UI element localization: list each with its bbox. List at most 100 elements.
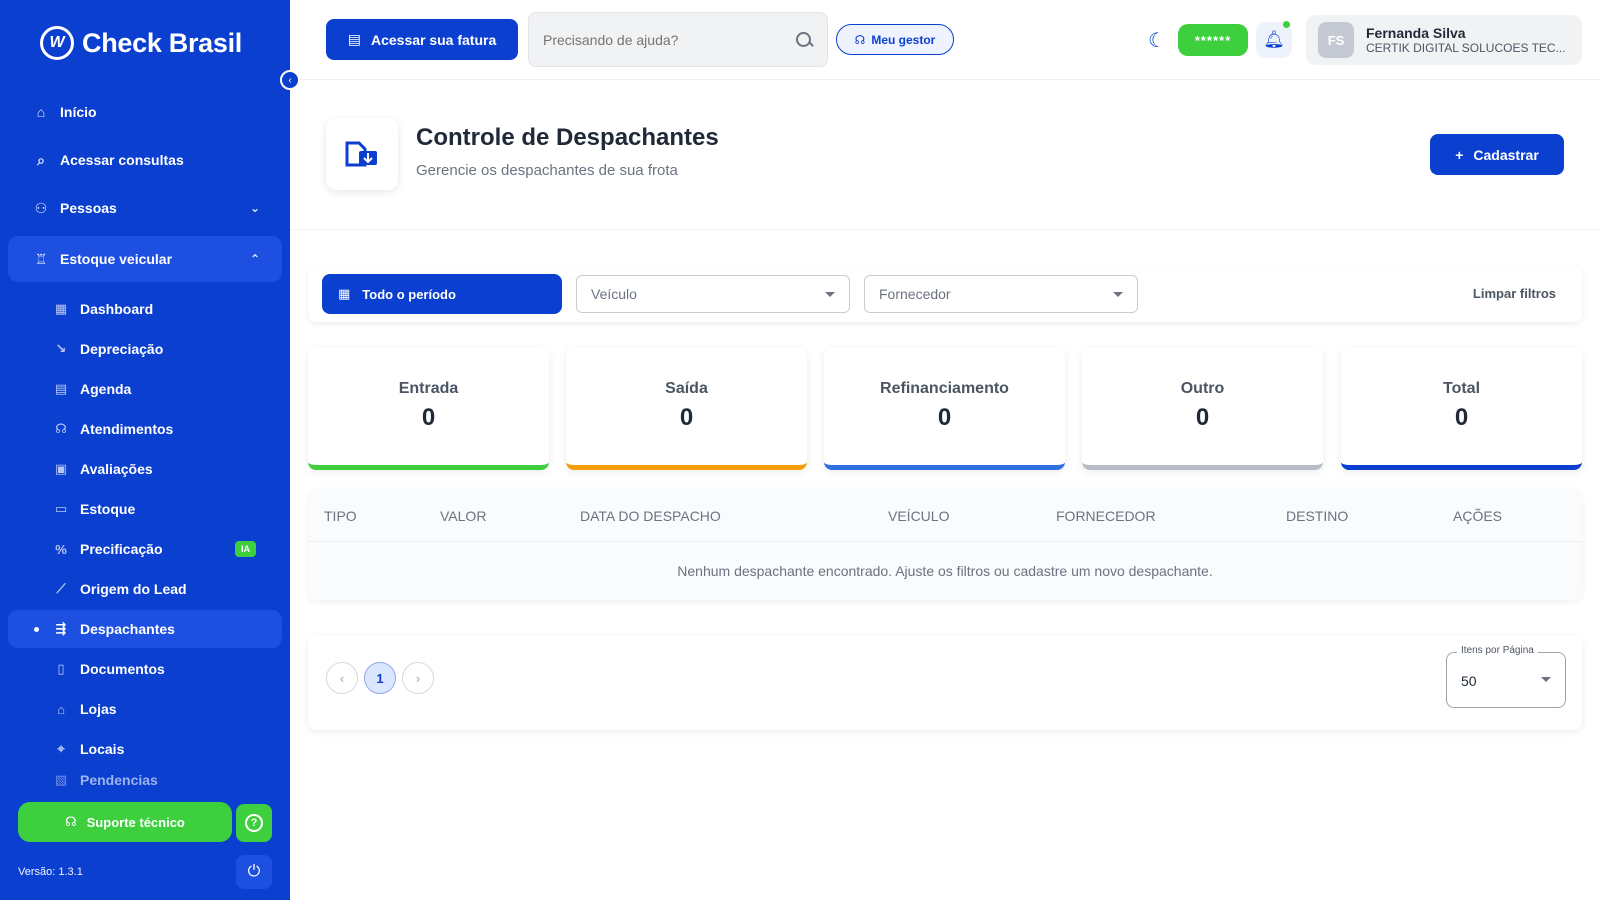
user-menu[interactable]: FS Fernanda Silva CERTIK DIGITAL SOLUCOE… (1306, 15, 1582, 65)
period-filter-button[interactable]: ▦ Todo o período (322, 274, 562, 314)
sidebar-item-label: Depreciação (80, 341, 164, 357)
sidebar-item-avaliacoes[interactable]: ▣ Avaliações (28, 450, 282, 488)
sidebar-item-consultas[interactable]: ⌕ Acessar consultas (8, 140, 282, 180)
empty-state-message: Nenhum despachante encontrado. Ajuste os… (677, 563, 1213, 579)
dispatch-icon (326, 118, 398, 190)
user-company: CERTIK DIGITAL SOLUCOES TEC... (1366, 41, 1566, 55)
stat-value: 0 (1454, 404, 1469, 431)
stat-label: Outro (1180, 380, 1225, 397)
support-label: Suporte técnico (86, 814, 185, 830)
sidebar-item-label: Despachantes (80, 621, 175, 637)
collapse-sidebar-button[interactable]: ‹ (280, 70, 300, 90)
support-button[interactable]: ☊ Suporte técnico (18, 802, 232, 842)
sidebar-item-label: Acessar consultas (60, 152, 184, 168)
sidebar-item-pessoas[interactable]: ⚇ Pessoas ⌄ (8, 188, 282, 228)
sidebar-item-lojas[interactable]: ⌂ Lojas (28, 690, 282, 728)
next-page-button[interactable]: › (402, 662, 434, 694)
column-header-data[interactable]: DATA DO DESPACHO (580, 508, 721, 524)
brand-name: Check Brasil (82, 27, 242, 58)
sidebar-item-label: Lojas (80, 701, 117, 717)
page-subtitle: Gerencie os despachantes de sua frota (416, 162, 678, 179)
sidebar-item-despachantes[interactable]: ⇶ Despachantes (8, 610, 282, 648)
sidebar-item-label: Pendencias (80, 772, 158, 788)
sidebar-item-locais[interactable]: ⌖ Locais (28, 730, 282, 768)
calendar-icon: ▦ (338, 286, 351, 301)
logout-button[interactable]: ⏻ (236, 855, 272, 889)
notifications-button[interactable]: 🔔︎ (1256, 21, 1292, 58)
question-icon: ? (245, 814, 263, 832)
fornecedor-select[interactable]: Fornecedor (864, 275, 1138, 313)
active-dot-icon (34, 626, 39, 632)
headset-icon: ☊ (65, 814, 77, 829)
column-header-veiculo[interactable]: VEÍCULO (888, 508, 949, 524)
search-icon[interactable] (795, 31, 813, 49)
column-header-fornecedor[interactable]: FORNECEDOR (1056, 508, 1156, 524)
help-button[interactable]: ? (236, 804, 272, 842)
veiculo-select[interactable]: Veículo (576, 275, 850, 313)
sidebar-item-origem-lead[interactable]: ⟋ Origem do Lead (28, 570, 282, 608)
vehicle-stock-icon: ♖ (34, 250, 48, 267)
evaluation-icon: ▣ (54, 461, 68, 476)
period-filter-label: Todo o período (362, 286, 456, 302)
sidebar-item-label: Dashboard (80, 301, 154, 317)
sidebar-item-documentos[interactable]: ▯ Documentos (28, 650, 282, 688)
help-search-input[interactable] (543, 31, 795, 48)
sidebar-item-inicio[interactable]: ⌂ Início (8, 92, 282, 132)
items-per-page-select[interactable]: Itens por Página 50 (1446, 645, 1566, 708)
caret-down-icon (1541, 677, 1551, 682)
sidebar-item-label: Atendimentos (80, 421, 174, 437)
sidebar-item-dashboard[interactable]: ▦ Dashboard (28, 290, 282, 328)
items-per-page-label: Itens por Página (1457, 645, 1538, 656)
sidebar-item-atendimentos[interactable]: ☊ Atendimentos (28, 410, 282, 448)
sidebar-item-estoque[interactable]: ▭ Estoque (28, 490, 282, 528)
meu-gestor-label: Meu gestor (871, 32, 936, 47)
sidebar: W Check Brasil ‹ ⌂ Início ⌕ Acessar cons… (0, 0, 300, 900)
column-header-valor[interactable]: VALOR (440, 508, 486, 524)
brand[interactable]: W Check Brasil (40, 26, 242, 60)
ia-badge: IA (235, 541, 256, 557)
sidebar-item-label: Avaliações (80, 461, 153, 477)
user-info: Fernanda Silva CERTIK DIGITAL SOLUCOES T… (1366, 25, 1566, 55)
sidebar-item-agenda[interactable]: ▤ Agenda (28, 370, 282, 408)
column-header-tipo[interactable]: TIPO (324, 508, 357, 524)
headset-icon: ☊ (854, 32, 866, 47)
stat-card-entrada: Entrada 0 (308, 348, 549, 470)
page-button[interactable]: 1 (364, 662, 396, 694)
sidebar-item-pendencias[interactable]: ▧ Pendencias (28, 770, 282, 790)
caret-down-icon (825, 291, 835, 297)
limpar-filtros-button[interactable]: Limpar filtros (1473, 286, 1556, 301)
notification-dot (1283, 21, 1290, 28)
sidebar-item-label: Locais (80, 741, 125, 757)
agenda-icon: ▤ (54, 381, 68, 396)
stat-label: Total (1442, 380, 1481, 397)
help-search (528, 12, 828, 67)
power-icon: ⏻ (247, 863, 261, 880)
pagination: ‹ 1 › Itens por Página 50 (308, 636, 1582, 730)
caret-down-icon (1113, 291, 1123, 297)
plus-icon: + (1455, 146, 1464, 163)
dashboard-icon: ▦ (54, 301, 68, 316)
sidebar-submenu: ▦ Dashboard ↘ Depreciação ▤ Agenda ☊ Ate… (8, 290, 282, 790)
column-header-destino[interactable]: DESTINO (1286, 508, 1348, 524)
filters-bar: ▦ Todo o período Veículo Fornecedor Limp… (308, 266, 1582, 322)
prev-page-button[interactable]: ‹ (326, 662, 358, 694)
sidebar-item-depreciacao[interactable]: ↘ Depreciação (28, 330, 282, 368)
acessar-fatura-button[interactable]: ▤ Acessar sua fatura (326, 19, 518, 60)
cadastrar-button[interactable]: + Cadastrar (1430, 134, 1564, 175)
veiculo-select-placeholder: Veículo (591, 286, 637, 302)
document-icon: ▯ (57, 661, 65, 676)
dark-mode-toggle-icon[interactable]: ☾ (1148, 28, 1166, 53)
avatar: FS (1318, 22, 1354, 58)
sidebar-item-label: Precificação (80, 541, 163, 557)
meu-gestor-button[interactable]: ☊ Meu gestor (836, 24, 954, 55)
sidebar-item-precificacao[interactable]: % Precificação IA (28, 530, 282, 568)
search-icon: ⌕ (37, 151, 45, 168)
stat-label: Entrada (398, 380, 459, 397)
stat-value: 0 (421, 404, 436, 431)
hidden-value-toggle[interactable]: ****** (1178, 24, 1248, 56)
sidebar-nav: ⌂ Início ⌕ Acessar consultas ⚇ Pessoas ⌄… (8, 92, 282, 792)
sidebar-item-label: Início (60, 104, 97, 120)
home-icon: ⌂ (36, 104, 46, 120)
car-icon: ▭ (54, 501, 68, 516)
sidebar-item-estoque-veicular[interactable]: ♖ Estoque veicular ⌃ (8, 236, 282, 282)
